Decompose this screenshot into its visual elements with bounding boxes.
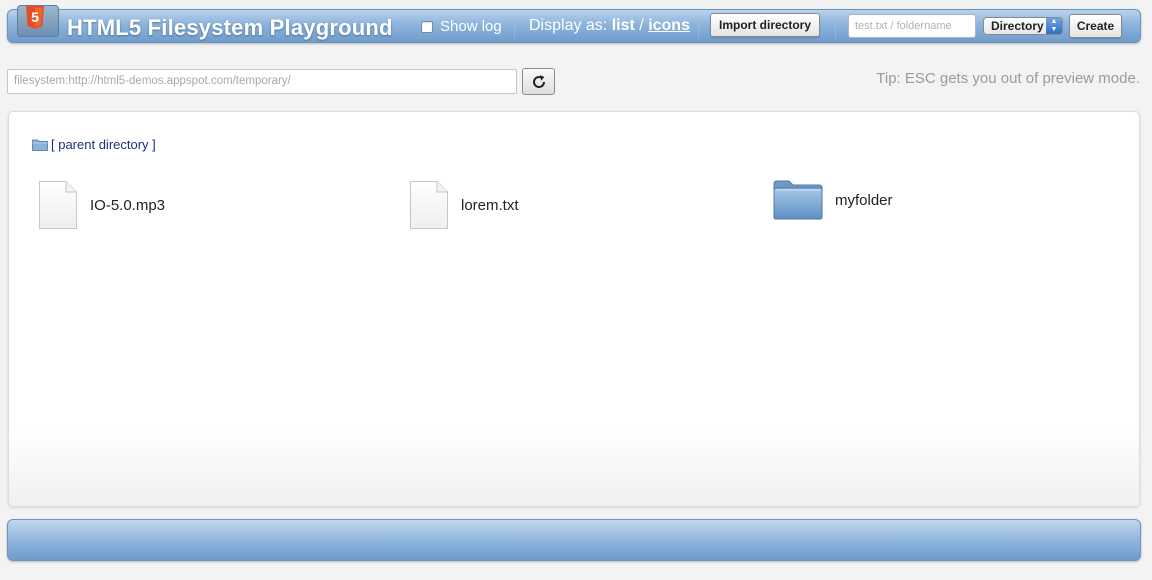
item-type-value: Directory <box>991 19 1044 33</box>
svg-text:5: 5 <box>31 9 39 25</box>
display-icons-link[interactable]: icons <box>648 17 690 34</box>
tip-text: Tip: ESC gets you out of preview mode. <box>876 70 1140 87</box>
file-item[interactable]: IO-5.0.mp3 <box>38 180 165 230</box>
refresh-button[interactable] <box>522 68 555 95</box>
show-log-label: Show log <box>440 18 502 35</box>
item-type-select[interactable]: Directory ▲ ▼ <box>983 17 1063 35</box>
file-name: lorem.txt <box>461 196 519 214</box>
display-list-link[interactable]: list <box>612 17 635 34</box>
select-arrows-icon: ▲ ▼ <box>1046 18 1062 34</box>
app-footer <box>7 519 1141 561</box>
file-icon <box>410 181 448 229</box>
refresh-icon <box>532 74 545 88</box>
parent-directory-link[interactable]: [ parent directory ] <box>32 137 156 152</box>
app-header: 5 HTML5 Filesystem Playground Show log D… <box>7 5 1141 43</box>
filesystem-path-input[interactable]: filesystem:http://html5-demos.appspot.co… <box>7 69 517 94</box>
file-name: IO-5.0.mp3 <box>90 196 166 214</box>
display-as-label: Display as: <box>529 17 608 34</box>
header-divider <box>698 16 699 38</box>
header-divider <box>835 16 836 38</box>
file-browser-panel: [ parent directory ] IO-5.0.mp3 lorem.tx… <box>8 111 1140 507</box>
folder-name: myfolder <box>835 191 893 209</box>
show-log-checkbox[interactable] <box>421 20 433 33</box>
small-folder-icon <box>32 139 48 151</box>
display-separator: / <box>639 17 644 34</box>
file-icon <box>39 181 77 229</box>
html5-logo-icon: 5 <box>17 5 59 39</box>
display-mode-switch: Display as: list / icons <box>529 17 690 35</box>
folder-item[interactable]: myfolder <box>773 180 893 220</box>
show-log-toggle[interactable]: Show log <box>421 18 502 35</box>
parent-directory-label: [ parent directory ] <box>51 137 156 152</box>
file-item[interactable]: lorem.txt <box>409 180 519 230</box>
folder-icon <box>773 180 823 220</box>
create-button[interactable]: Create <box>1069 14 1122 38</box>
header-divider <box>514 16 515 38</box>
new-item-name-input[interactable]: test.txt / foldername <box>848 14 976 38</box>
app-title: HTML5 Filesystem Playground <box>67 15 393 40</box>
import-directory-button[interactable]: Import directory <box>710 13 820 37</box>
html5-shield-icon: 5 <box>26 6 44 29</box>
